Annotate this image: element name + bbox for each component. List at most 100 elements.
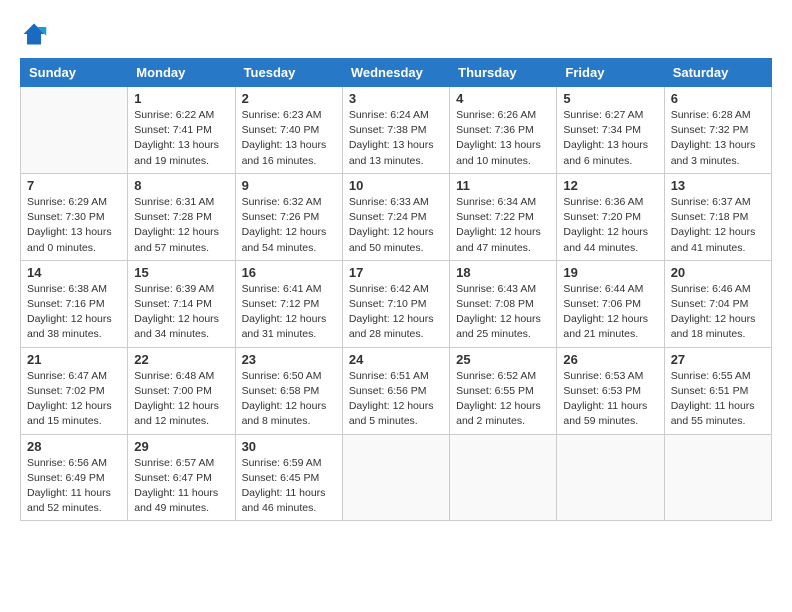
calendar-week-row: 14 Sunrise: 6:38 AM Sunset: 7:16 PM Dayli… [21,260,772,347]
day-info: Sunrise: 6:57 AM Sunset: 6:47 PM Dayligh… [134,456,228,517]
day-number: 4 [456,91,550,106]
calendar-cell: 7 Sunrise: 6:29 AM Sunset: 7:30 PM Daylig… [21,173,128,260]
calendar-cell: 2 Sunrise: 6:23 AM Sunset: 7:40 PM Daylig… [235,87,342,174]
calendar-cell: 12Sunrise: 6:36 AM Sunset: 7:20 PM Dayli… [557,173,664,260]
calendar-cell: 10 Sunrise: 6:33 AM Sunset: 7:24 PM Dayli… [342,173,449,260]
calendar-week-row: 7 Sunrise: 6:29 AM Sunset: 7:30 PM Daylig… [21,173,772,260]
day-number: 6 [671,91,765,106]
calendar-cell: 21Sunrise: 6:47 AM Sunset: 7:02 PM Dayli… [21,347,128,434]
calendar-cell: 17 Sunrise: 6:42 AM Sunset: 7:10 PM Dayli… [342,260,449,347]
day-info: Sunrise: 6:42 AM Sunset: 7:10 PM Dayligh… [349,282,443,343]
day-number: 29 [134,439,228,454]
calendar-cell: 26 Sunrise: 6:53 AM Sunset: 6:53 PM Dayli… [557,347,664,434]
day-number: 14 [27,265,121,280]
calendar-header-monday: Monday [128,59,235,87]
day-info: Sunrise: 6:38 AM Sunset: 7:16 PM Dayligh… [27,282,121,343]
calendar-cell: 28 Sunrise: 6:56 AM Sunset: 6:49 PM Dayli… [21,434,128,521]
calendar-cell: 20 Sunrise: 6:46 AM Sunset: 7:04 PM Dayli… [664,260,771,347]
day-info: Sunrise: 6:52 AM Sunset: 6:55 PM Dayligh… [456,369,550,430]
calendar-cell: 18 Sunrise: 6:43 AM Sunset: 7:08 PM Dayli… [450,260,557,347]
calendar-header-tuesday: Tuesday [235,59,342,87]
day-number: 5 [563,91,657,106]
day-info: Sunrise: 6:32 AM Sunset: 7:26 PM Dayligh… [242,195,336,256]
day-info: Sunrise: 6:46 AM Sunset: 7:04 PM Dayligh… [671,282,765,343]
calendar-cell: 14 Sunrise: 6:38 AM Sunset: 7:16 PM Dayli… [21,260,128,347]
calendar-week-row: 28 Sunrise: 6:56 AM Sunset: 6:49 PM Dayli… [21,434,772,521]
day-number: 11 [456,178,550,193]
day-number: 19 [563,265,657,280]
day-number: 26 [563,352,657,367]
calendar-cell: 29 Sunrise: 6:57 AM Sunset: 6:47 PM Dayli… [128,434,235,521]
day-number: 13 [671,178,765,193]
day-number: 17 [349,265,443,280]
calendar-cell: 23 Sunrise: 6:50 AM Sunset: 6:58 PM Dayli… [235,347,342,434]
day-info: Sunrise: 6:55 AM Sunset: 6:51 PM Dayligh… [671,369,765,430]
day-info: Sunrise: 6:28 AM Sunset: 7:32 PM Dayligh… [671,108,765,169]
day-number: 27 [671,352,765,367]
day-number: 23 [242,352,336,367]
day-number: 16 [242,265,336,280]
day-number: 22 [134,352,228,367]
day-info: Sunrise: 6:51 AM Sunset: 6:56 PM Dayligh… [349,369,443,430]
calendar-cell: 5Sunrise: 6:27 AM Sunset: 7:34 PM Daylig… [557,87,664,174]
calendar-cell: 9 Sunrise: 6:32 AM Sunset: 7:26 PM Daylig… [235,173,342,260]
day-number: 7 [27,178,121,193]
day-info: Sunrise: 6:41 AM Sunset: 7:12 PM Dayligh… [242,282,336,343]
calendar-header-wednesday: Wednesday [342,59,449,87]
day-info: Sunrise: 6:37 AM Sunset: 7:18 PM Dayligh… [671,195,765,256]
calendar-cell: 13 Sunrise: 6:37 AM Sunset: 7:18 PM Dayli… [664,173,771,260]
page-header [20,20,772,48]
calendar-cell: 30 Sunrise: 6:59 AM Sunset: 6:45 PM Dayli… [235,434,342,521]
day-info: Sunrise: 6:39 AM Sunset: 7:14 PM Dayligh… [134,282,228,343]
day-info: Sunrise: 6:47 AM Sunset: 7:02 PM Dayligh… [27,369,121,430]
day-number: 28 [27,439,121,454]
day-number: 25 [456,352,550,367]
day-info: Sunrise: 6:36 AM Sunset: 7:20 PM Dayligh… [563,195,657,256]
day-info: Sunrise: 6:29 AM Sunset: 7:30 PM Dayligh… [27,195,121,256]
calendar-cell: 8 Sunrise: 6:31 AM Sunset: 7:28 PM Daylig… [128,173,235,260]
calendar-header-row: SundayMondayTuesdayWednesdayThursdayFrid… [21,59,772,87]
day-info: Sunrise: 6:43 AM Sunset: 7:08 PM Dayligh… [456,282,550,343]
day-info: Sunrise: 6:24 AM Sunset: 7:38 PM Dayligh… [349,108,443,169]
day-number: 24 [349,352,443,367]
day-info: Sunrise: 6:56 AM Sunset: 6:49 PM Dayligh… [27,456,121,517]
day-number: 15 [134,265,228,280]
day-info: Sunrise: 6:23 AM Sunset: 7:40 PM Dayligh… [242,108,336,169]
calendar-cell: 25 Sunrise: 6:52 AM Sunset: 6:55 PM Dayli… [450,347,557,434]
day-number: 3 [349,91,443,106]
calendar-cell: 15 Sunrise: 6:39 AM Sunset: 7:14 PM Dayli… [128,260,235,347]
calendar-header-friday: Friday [557,59,664,87]
day-number: 20 [671,265,765,280]
calendar-table: SundayMondayTuesdayWednesdayThursdayFrid… [20,58,772,521]
calendar-cell [342,434,449,521]
logo [20,20,52,48]
day-number: 10 [349,178,443,193]
day-number: 18 [456,265,550,280]
calendar-cell: 11Sunrise: 6:34 AM Sunset: 7:22 PM Dayli… [450,173,557,260]
calendar-cell: 27 Sunrise: 6:55 AM Sunset: 6:51 PM Dayli… [664,347,771,434]
day-number: 30 [242,439,336,454]
calendar-header-saturday: Saturday [664,59,771,87]
day-info: Sunrise: 6:33 AM Sunset: 7:24 PM Dayligh… [349,195,443,256]
calendar-cell [557,434,664,521]
calendar-cell: 16 Sunrise: 6:41 AM Sunset: 7:12 PM Dayli… [235,260,342,347]
calendar-header-sunday: Sunday [21,59,128,87]
day-number: 9 [242,178,336,193]
calendar-cell: 24 Sunrise: 6:51 AM Sunset: 6:56 PM Dayli… [342,347,449,434]
day-info: Sunrise: 6:53 AM Sunset: 6:53 PM Dayligh… [563,369,657,430]
logo-icon [20,20,48,48]
day-info: Sunrise: 6:44 AM Sunset: 7:06 PM Dayligh… [563,282,657,343]
day-info: Sunrise: 6:31 AM Sunset: 7:28 PM Dayligh… [134,195,228,256]
calendar-cell: 3 Sunrise: 6:24 AM Sunset: 7:38 PM Daylig… [342,87,449,174]
day-info: Sunrise: 6:50 AM Sunset: 6:58 PM Dayligh… [242,369,336,430]
calendar-cell [450,434,557,521]
calendar-cell [664,434,771,521]
day-info: Sunrise: 6:59 AM Sunset: 6:45 PM Dayligh… [242,456,336,517]
day-number: 1 [134,91,228,106]
calendar-week-row: 1Sunrise: 6:22 AM Sunset: 7:41 PM Daylig… [21,87,772,174]
day-number: 2 [242,91,336,106]
calendar-cell: 6 Sunrise: 6:28 AM Sunset: 7:32 PM Daylig… [664,87,771,174]
calendar-week-row: 21Sunrise: 6:47 AM Sunset: 7:02 PM Dayli… [21,347,772,434]
day-info: Sunrise: 6:26 AM Sunset: 7:36 PM Dayligh… [456,108,550,169]
day-number: 8 [134,178,228,193]
